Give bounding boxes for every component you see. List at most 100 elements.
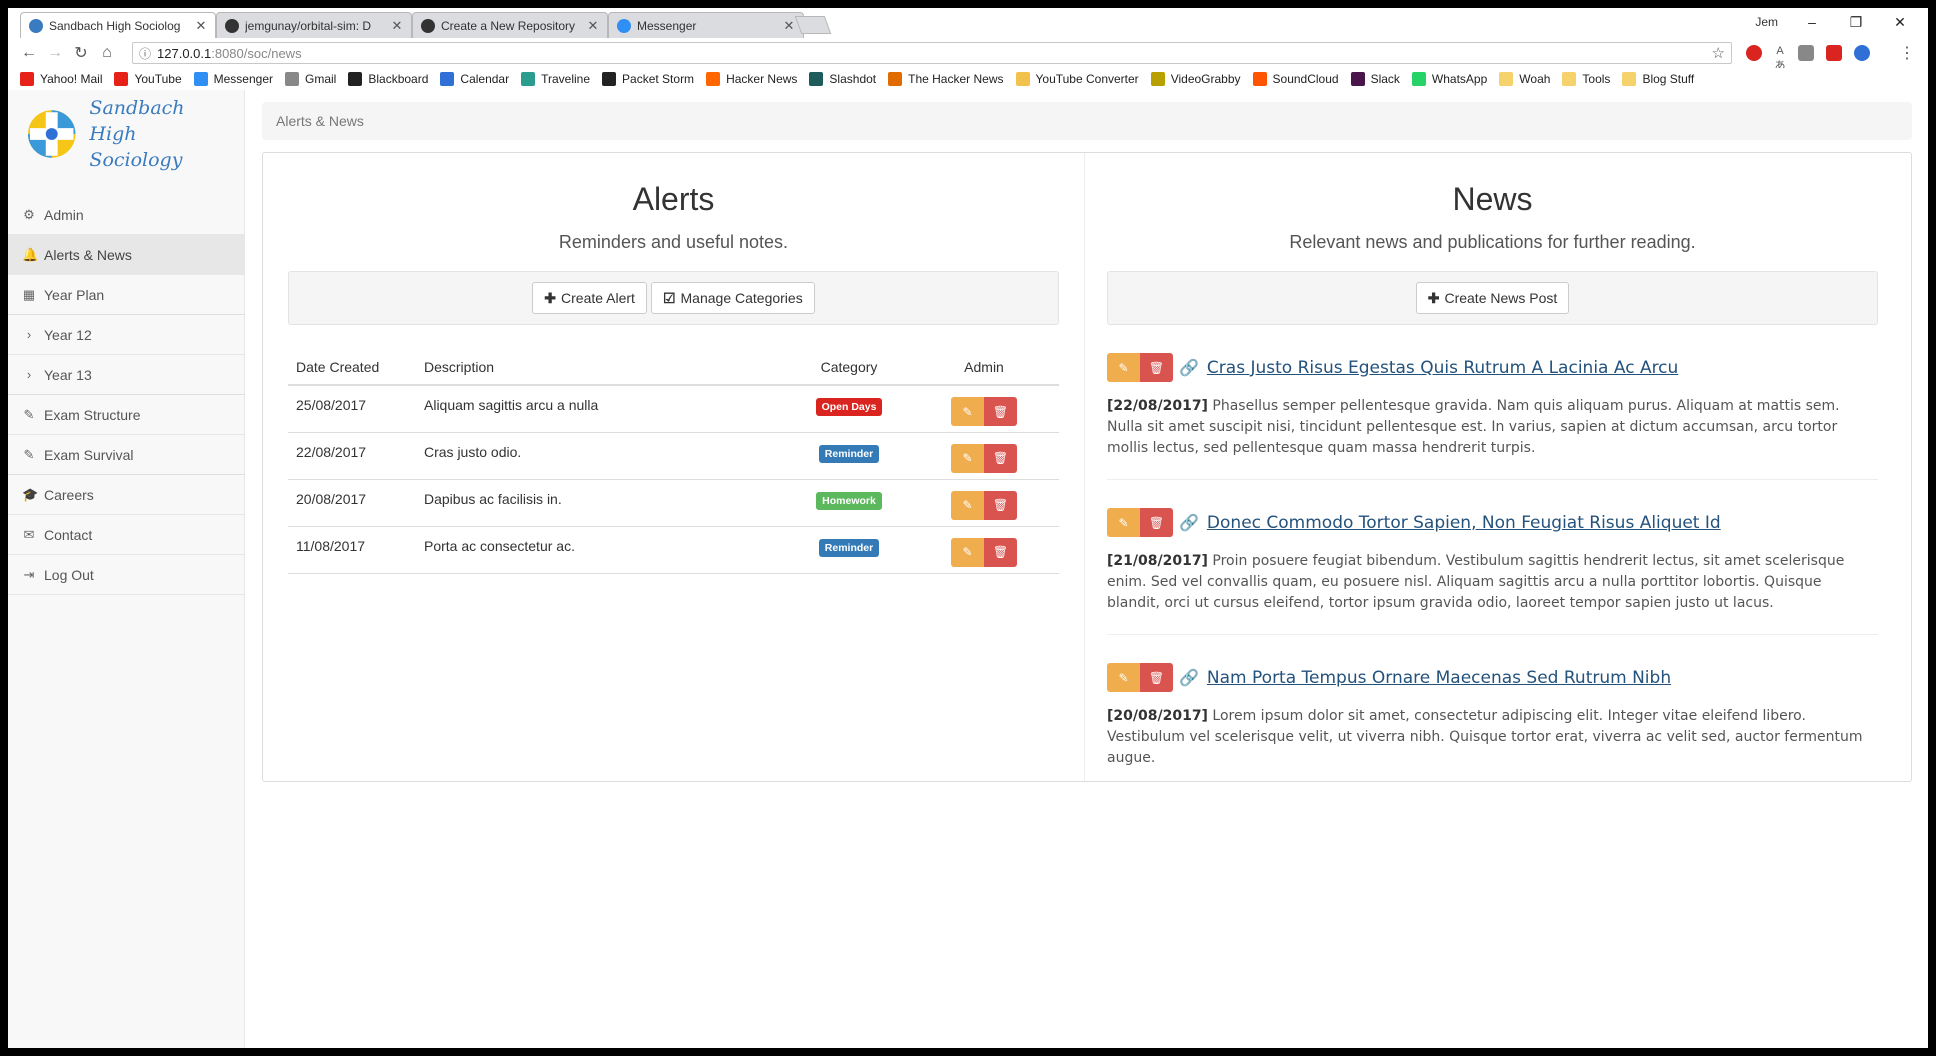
bookmark-label: Hacker News	[726, 72, 798, 86]
delete-alert-button[interactable]: 🗑	[984, 443, 1017, 473]
close-tab-icon[interactable]: ✕	[783, 18, 795, 34]
sidebar-item-exam-structure[interactable]: ✎ Exam Structure	[8, 395, 245, 435]
extension-icon[interactable]	[1798, 45, 1814, 61]
edit-news-button[interactable]: ✎	[1107, 663, 1140, 692]
info-icon[interactable]: ⓘ	[139, 45, 151, 62]
delete-news-button[interactable]: 🗑	[1140, 508, 1173, 537]
sidebar-item-year-plan[interactable]: ▦ Year Plan	[8, 275, 245, 315]
bookmark-icon	[1015, 72, 1030, 86]
sidebar-item-year-12[interactable]: › Year 12	[8, 315, 245, 355]
bookmark-item[interactable]: Tools	[1562, 72, 1610, 86]
bookmark-icon	[1252, 72, 1267, 86]
sidebar-item-contact[interactable]: ✉ Contact	[8, 515, 245, 555]
delete-alert-button[interactable]: 🗑	[984, 537, 1017, 567]
bookmark-item[interactable]: Blog Stuff	[1622, 72, 1694, 86]
bookmark-icon	[1350, 72, 1365, 86]
minimize-icon[interactable]: –	[1792, 12, 1832, 32]
bookmark-item[interactable]: VideoGrabby	[1150, 72, 1241, 86]
new-tab-button[interactable]	[794, 16, 832, 34]
site-logo[interactable]: Sandbach High Sociology	[26, 97, 236, 171]
alert-date: 22/08/2017	[288, 432, 416, 480]
browser-tab[interactable]: Create a New Repository ✕	[412, 12, 608, 38]
edit-alert-button[interactable]: ✎	[951, 490, 984, 520]
bookmark-item[interactable]: Blackboard	[348, 72, 428, 86]
bookmark-item[interactable]: Slashdot	[809, 72, 876, 86]
browser-tab[interactable]: jemgunay/orbital-sim: D ✕	[216, 12, 412, 38]
translate-icon[interactable]: Aあ	[1772, 45, 1788, 72]
bookmark-icon	[1622, 72, 1637, 86]
bookmark-item[interactable]: YouTube	[114, 72, 182, 86]
bookmark-item[interactable]: SoundCloud	[1252, 72, 1339, 86]
bookmark-label: Traveline	[541, 72, 591, 86]
bookmark-item[interactable]: Traveline	[521, 72, 590, 86]
sidebar-item-admin[interactable]: ⚙ Admin	[8, 195, 245, 235]
sidebar-item-careers[interactable]: 🎓 Careers	[8, 475, 245, 515]
alerts-table-header: Date Created Description Category Admin	[288, 349, 1059, 386]
address-bar[interactable]: ⓘ 127.0.0.1:8080/soc/news ☆	[132, 42, 1732, 64]
delete-news-button[interactable]: 🗑	[1140, 663, 1173, 692]
edit-news-button[interactable]: ✎	[1107, 353, 1140, 382]
sidebar-item-label: Year 12	[44, 326, 92, 343]
create-alert-button[interactable]: ✚ Create Alert	[532, 282, 647, 314]
bookmark-item[interactable]: The Hacker News	[888, 72, 1004, 86]
home-icon[interactable]: ⌂	[94, 44, 120, 62]
browser-tab[interactable]: Sandbach High Sociolog ✕	[20, 12, 216, 38]
delete-news-button[interactable]: 🗑	[1140, 353, 1173, 382]
bookmark-star-icon[interactable]: ☆	[1712, 44, 1725, 62]
bookmark-item[interactable]: Messenger	[193, 72, 273, 86]
news-post-title-link[interactable]: Nam Porta Tempus Ornare Maecenas Sed Rut…	[1207, 668, 1671, 688]
sidebar-item-year-13[interactable]: › Year 13	[8, 355, 245, 395]
menu-icon[interactable]: ⋮	[1894, 43, 1920, 63]
close-tab-icon[interactable]: ✕	[587, 18, 599, 34]
bookmark-item[interactable]: WhatsApp	[1411, 72, 1487, 86]
adblock-icon[interactable]	[1746, 45, 1762, 61]
bookmark-icon	[348, 72, 363, 86]
news-post-title-link[interactable]: Cras Justo Risus Egestas Quis Rutrum A L…	[1207, 358, 1678, 378]
extension-blue-icon[interactable]	[1854, 45, 1870, 61]
close-tab-icon[interactable]: ✕	[195, 18, 207, 34]
create-news-post-button[interactable]: ✚ Create News Post	[1415, 282, 1570, 314]
col-description: Description	[416, 349, 789, 386]
gear-icon: ⚙	[23, 206, 35, 222]
bookmark-item[interactable]: Hacker News	[706, 72, 797, 86]
create-news-label: Create News Post	[1444, 290, 1558, 306]
envelope-icon: ✉	[23, 526, 35, 542]
bookmark-item[interactable]: YouTube Converter	[1015, 72, 1139, 86]
delete-alert-button[interactable]: 🗑	[984, 490, 1017, 520]
edit-alert-button[interactable]: ✎	[951, 537, 984, 567]
bookmark-item[interactable]: Yahoo! Mail	[20, 72, 102, 86]
forward-icon[interactable]: →	[42, 44, 68, 62]
bookmark-item[interactable]: Gmail	[285, 72, 336, 86]
link-icon: 🔗	[1179, 669, 1199, 687]
alert-description: Dapibus ac facilisis in.	[416, 479, 789, 527]
back-icon[interactable]: ←	[16, 44, 42, 62]
bookmark-label: VideoGrabby	[1170, 72, 1241, 86]
restore-icon[interactable]: ❐	[1836, 12, 1876, 32]
site-title: Sandbach High Sociology	[89, 95, 236, 173]
edit-alert-button[interactable]: ✎	[951, 397, 984, 426]
close-tab-icon[interactable]: ✕	[391, 18, 403, 34]
reload-icon[interactable]: ↻	[68, 43, 94, 63]
manage-categories-button[interactable]: ☑ Manage Categories	[650, 282, 815, 314]
sidebar-item-exam-survival[interactable]: ✎ Exam Survival	[8, 435, 245, 475]
news-post: ✎ 🗑 🔗 Nam Porta Tempus Ornare Maecenas Se…	[1107, 663, 1878, 789]
bookmark-item[interactable]: Slack	[1350, 72, 1400, 86]
bookmark-item[interactable]: Calendar	[440, 72, 509, 86]
news-toolbar: ✚ Create News Post	[1107, 271, 1878, 325]
extension-red-icon[interactable]	[1826, 45, 1842, 61]
bookmark-icon	[285, 72, 300, 86]
browser-tab[interactable]: Messenger ✕	[608, 12, 804, 38]
sidebar-item-log-out[interactable]: ⇥ Log Out	[8, 555, 245, 595]
bookmark-icon	[114, 72, 129, 86]
delete-alert-button[interactable]: 🗑	[984, 397, 1017, 426]
bookmark-item[interactable]: Woah	[1499, 72, 1550, 86]
bookmark-icon	[440, 72, 455, 86]
bookmark-item[interactable]: Packet Storm	[602, 72, 694, 86]
sidebar-item-label: Year 13	[44, 366, 92, 383]
news-post-title-link[interactable]: Donec Commodo Tortor Sapien, Non Feugiat…	[1207, 513, 1721, 533]
close-window-icon[interactable]: ✕	[1880, 12, 1920, 32]
sidebar-item-alerts-news[interactable]: 🔔 Alerts & News	[8, 235, 245, 275]
edit-alert-button[interactable]: ✎	[951, 443, 984, 473]
edit-news-button[interactable]: ✎	[1107, 508, 1140, 537]
profile-name[interactable]: Jem	[1755, 15, 1778, 29]
